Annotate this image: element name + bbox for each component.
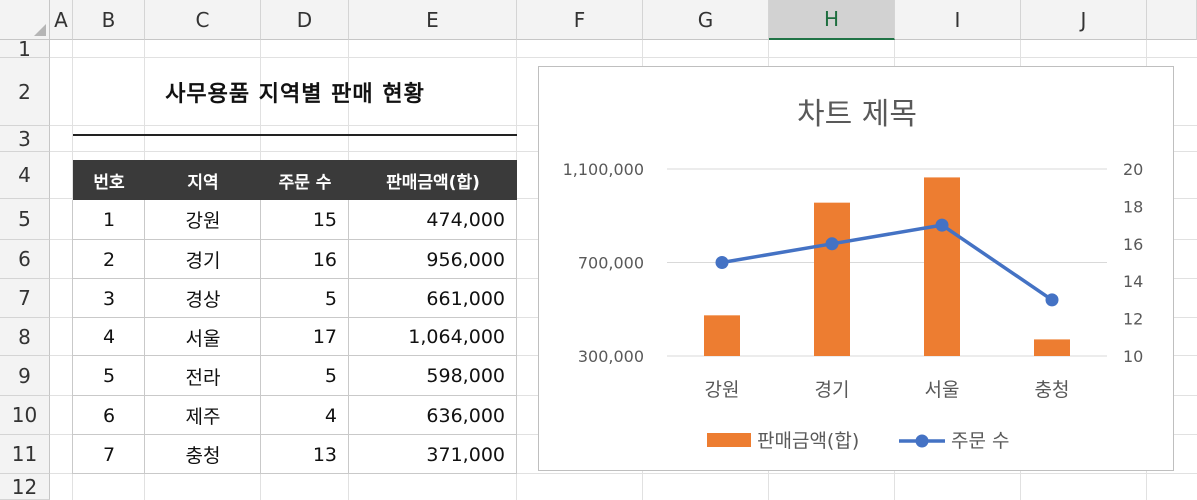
table-header-cell[interactable]: 번호 — [73, 160, 145, 200]
table-cell[interactable]: 충청 — [145, 435, 261, 474]
row-header-4[interactable]: 4 — [0, 152, 50, 199]
column-header-g[interactable]: G — [643, 0, 769, 40]
column-header-c[interactable]: C — [145, 0, 261, 40]
table-cell[interactable]: 3 — [73, 279, 145, 318]
table-cell[interactable]: 경상 — [145, 279, 261, 318]
table-cell[interactable]: 4 — [261, 396, 349, 435]
row-header-2[interactable]: 2 — [0, 58, 50, 126]
table-cell[interactable]: 17 — [261, 318, 349, 356]
line-point-서울[interactable] — [935, 218, 949, 232]
right-axis-tick-label: 12 — [1123, 310, 1143, 329]
table-cell[interactable]: 636,000 — [349, 396, 517, 435]
row-header-12[interactable]: 12 — [0, 474, 50, 500]
table-header-cell[interactable]: 주문 수 — [261, 160, 349, 200]
table-cell[interactable]: 956,000 — [349, 240, 517, 279]
right-axis-tick-label: 18 — [1123, 197, 1143, 216]
table-border — [72, 200, 73, 474]
row-header-8[interactable]: 8 — [0, 318, 50, 356]
bar-충청[interactable] — [1034, 339, 1070, 356]
row-header-11[interactable]: 11 — [0, 435, 50, 474]
legend-line-marker — [915, 434, 929, 448]
table-cell[interactable]: 5 — [73, 356, 145, 396]
legend-bar-swatch — [707, 433, 751, 447]
table-cell[interactable]: 6 — [73, 396, 145, 435]
table-border — [144, 200, 145, 474]
left-axis-tick-label: 1,100,000 — [563, 160, 644, 179]
table-cell[interactable]: 제주 — [145, 396, 261, 435]
row-header-7[interactable]: 7 — [0, 279, 50, 318]
table-cell[interactable]: 전라 — [145, 356, 261, 396]
bar-강원[interactable] — [704, 315, 740, 356]
line-point-강원[interactable] — [715, 256, 729, 269]
category-label: 경기 — [815, 379, 850, 401]
table-border — [73, 355, 517, 356]
right-axis-tick-label: 10 — [1123, 347, 1143, 366]
category-label: 서울 — [925, 379, 960, 401]
legend-bar-label[interactable]: 판매금액(합) — [757, 430, 859, 452]
row-header-6[interactable]: 6 — [0, 240, 50, 279]
column-header-b[interactable]: B — [73, 0, 145, 40]
category-label: 강원 — [705, 379, 740, 401]
combo-chart[interactable]: 차트 제목 300,000 700,000 1,100,000 10 12 14 16 18 20… — [538, 66, 1174, 471]
table-border — [73, 239, 517, 240]
table-cell[interactable]: 4 — [73, 318, 145, 356]
table-border — [348, 200, 349, 474]
table-cell[interactable]: 661,000 — [349, 279, 517, 318]
column-header-a[interactable]: A — [50, 0, 73, 40]
table-border — [73, 434, 517, 435]
row-header-10[interactable]: 10 — [0, 396, 50, 435]
table-cell[interactable]: 강원 — [145, 199, 261, 240]
table-cell[interactable]: 5 — [261, 279, 349, 318]
legend-line-label[interactable]: 주문 수 — [951, 430, 1009, 452]
table-header-cell[interactable]: 지역 — [145, 160, 261, 200]
table-cell[interactable]: 15 — [261, 199, 349, 240]
column-header-d[interactable]: D — [261, 0, 349, 40]
right-axis-tick-label: 14 — [1123, 272, 1143, 291]
table-border — [73, 395, 517, 396]
table-border — [73, 317, 517, 318]
row-header-5[interactable]: 5 — [0, 199, 50, 240]
table-border — [516, 200, 517, 474]
title-underline — [73, 134, 517, 136]
table-cell[interactable]: 2 — [73, 240, 145, 279]
table-border — [73, 473, 517, 474]
row-header-3[interactable]: 3 — [0, 126, 50, 152]
table-cell[interactable]: 1 — [73, 199, 145, 240]
table-cell[interactable]: 7 — [73, 435, 145, 474]
line-point-경기[interactable] — [825, 237, 839, 251]
column-header-h[interactable]: H — [769, 0, 895, 40]
spreadsheet[interactable]: A B C D E F G H I J 1 2 3 4 5 6 7 8 9 10 11 12 사무용품 지역별 판매 현황 번… — [0, 0, 1197, 500]
line-point-충청[interactable] — [1045, 293, 1059, 307]
column-header-e[interactable]: E — [349, 0, 517, 40]
table-title[interactable]: 사무용품 지역별 판매 현황 — [73, 58, 517, 126]
table-border — [260, 200, 261, 474]
left-axis-tick-label: 700,000 — [578, 254, 644, 273]
left-axis-tick-label: 300,000 — [578, 347, 644, 366]
category-label: 충청 — [1035, 379, 1070, 401]
column-header-next[interactable] — [1147, 0, 1197, 40]
table-border — [73, 278, 517, 279]
chart-svg: 차트 제목 300,000 700,000 1,100,000 10 12 14 16 18 20… — [563, 97, 1144, 452]
table-cell[interactable]: 598,000 — [349, 356, 517, 396]
table-cell[interactable]: 13 — [261, 435, 349, 474]
row-header-1[interactable]: 1 — [0, 37, 50, 61]
table-cell[interactable]: 16 — [261, 240, 349, 279]
table-cell[interactable]: 5 — [261, 356, 349, 396]
table-cell[interactable]: 1,064,000 — [349, 318, 517, 356]
table-cell[interactable]: 371,000 — [349, 435, 517, 474]
row-header-9[interactable]: 9 — [0, 356, 50, 396]
column-header-i[interactable]: I — [895, 0, 1021, 40]
bar-경기[interactable] — [814, 202, 850, 356]
table-cell[interactable]: 서울 — [145, 318, 261, 356]
right-axis-tick-label: 20 — [1123, 160, 1143, 179]
select-all-corner[interactable] — [0, 0, 50, 40]
table-cell[interactable]: 경기 — [145, 240, 261, 279]
bar-서울[interactable] — [924, 177, 960, 356]
chart-title[interactable]: 차트 제목 — [797, 97, 917, 132]
column-header-f[interactable]: F — [517, 0, 643, 40]
right-axis-tick-label: 16 — [1123, 235, 1143, 254]
table-cell[interactable]: 474,000 — [349, 199, 517, 240]
column-header-j[interactable]: J — [1021, 0, 1147, 40]
table-header-cell[interactable]: 판매금액(합) — [349, 160, 517, 200]
